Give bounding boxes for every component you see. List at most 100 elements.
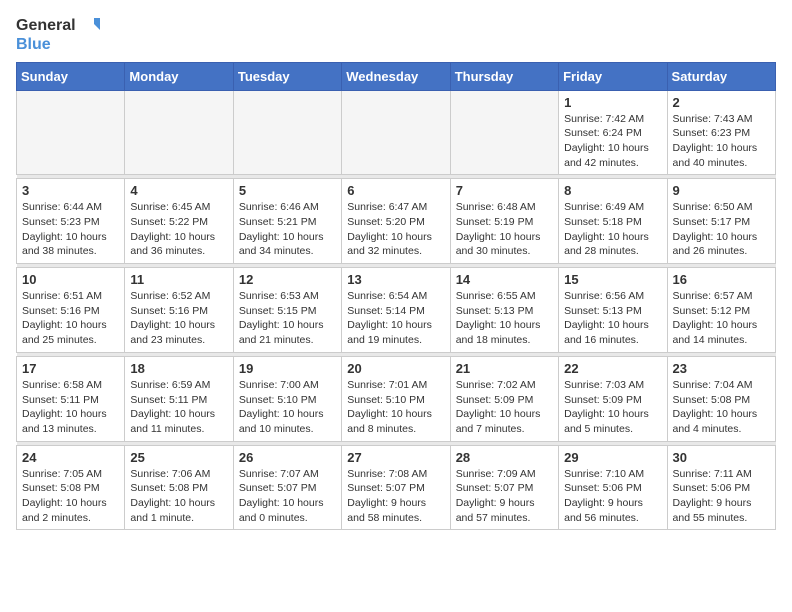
calendar-cell <box>450 90 558 175</box>
weekday-header: Tuesday <box>233 62 341 90</box>
day-info: Sunrise: 7:01 AM Sunset: 5:10 PM Dayligh… <box>347 378 444 437</box>
day-number: 17 <box>22 361 119 376</box>
logo-container: General Blue <box>16 16 102 54</box>
day-number: 21 <box>456 361 553 376</box>
day-info: Sunrise: 7:42 AM Sunset: 6:24 PM Dayligh… <box>564 112 661 171</box>
logo: General Blue <box>16 16 102 54</box>
day-info: Sunrise: 6:47 AM Sunset: 5:20 PM Dayligh… <box>347 200 444 259</box>
calendar-cell: 7 Sunrise: 6:48 AM Sunset: 5:19 PM Daylig… <box>450 179 558 264</box>
day-info: Sunrise: 7:11 AM Sunset: 5:06 PM Dayligh… <box>673 467 770 526</box>
day-info: Sunrise: 6:46 AM Sunset: 5:21 PM Dayligh… <box>239 200 336 259</box>
day-info: Sunrise: 7:08 AM Sunset: 5:07 PM Dayligh… <box>347 467 444 526</box>
weekday-header: Sunday <box>17 62 125 90</box>
day-info: Sunrise: 6:48 AM Sunset: 5:19 PM Dayligh… <box>456 200 553 259</box>
weekday-header: Wednesday <box>342 62 450 90</box>
calendar-cell: 13 Sunrise: 6:54 AM Sunset: 5:14 PM Dayli… <box>342 268 450 353</box>
calendar-cell: 20 Sunrise: 7:01 AM Sunset: 5:10 PM Dayli… <box>342 356 450 441</box>
day-info: Sunrise: 6:56 AM Sunset: 5:13 PM Dayligh… <box>564 289 661 348</box>
calendar-cell: 8Sunrise: 6:49 AM Sunset: 5:18 PM Daylig… <box>559 179 667 264</box>
calendar-week-row: 3Sunrise: 6:44 AM Sunset: 5:23 PM Daylig… <box>17 179 776 264</box>
day-number: 22 <box>564 361 661 376</box>
calendar-cell: 2 Sunrise: 7:43 AM Sunset: 6:23 PM Daylig… <box>667 90 775 175</box>
day-info: Sunrise: 6:55 AM Sunset: 5:13 PM Dayligh… <box>456 289 553 348</box>
day-info: Sunrise: 6:54 AM Sunset: 5:14 PM Dayligh… <box>347 289 444 348</box>
calendar-cell: 9Sunrise: 6:50 AM Sunset: 5:17 PM Daylig… <box>667 179 775 264</box>
calendar-header-row: SundayMondayTuesdayWednesdayThursdayFrid… <box>17 62 776 90</box>
calendar-cell: 17 Sunrise: 6:58 AM Sunset: 5:11 PM Dayli… <box>17 356 125 441</box>
day-number: 14 <box>456 272 553 287</box>
calendar-cell: 19Sunrise: 7:00 AM Sunset: 5:10 PM Dayli… <box>233 356 341 441</box>
calendar-week-row: 17 Sunrise: 6:58 AM Sunset: 5:11 PM Dayli… <box>17 356 776 441</box>
calendar-table: SundayMondayTuesdayWednesdayThursdayFrid… <box>16 62 776 531</box>
day-number: 12 <box>239 272 336 287</box>
calendar-cell: 6 Sunrise: 6:47 AM Sunset: 5:20 PM Daylig… <box>342 179 450 264</box>
day-number: 2 <box>673 95 770 110</box>
day-info: Sunrise: 6:50 AM Sunset: 5:17 PM Dayligh… <box>673 200 770 259</box>
day-info: Sunrise: 7:00 AM Sunset: 5:10 PM Dayligh… <box>239 378 336 437</box>
day-info: Sunrise: 7:07 AM Sunset: 5:07 PM Dayligh… <box>239 467 336 526</box>
calendar-cell: 26 Sunrise: 7:07 AM Sunset: 5:07 PM Dayli… <box>233 445 341 530</box>
day-number: 15 <box>564 272 661 287</box>
day-number: 6 <box>347 183 444 198</box>
weekday-header: Friday <box>559 62 667 90</box>
page-header: General Blue <box>16 16 776 54</box>
calendar-cell: 24Sunrise: 7:05 AM Sunset: 5:08 PM Dayli… <box>17 445 125 530</box>
day-info: Sunrise: 6:57 AM Sunset: 5:12 PM Dayligh… <box>673 289 770 348</box>
calendar-cell: 25 Sunrise: 7:06 AM Sunset: 5:08 PM Dayli… <box>125 445 233 530</box>
day-number: 27 <box>347 450 444 465</box>
calendar-cell <box>17 90 125 175</box>
calendar-cell: 27 Sunrise: 7:08 AM Sunset: 5:07 PM Dayli… <box>342 445 450 530</box>
day-number: 8 <box>564 183 661 198</box>
day-info: Sunrise: 6:51 AM Sunset: 5:16 PM Dayligh… <box>22 289 119 348</box>
day-info: Sunrise: 6:59 AM Sunset: 5:11 PM Dayligh… <box>130 378 227 437</box>
weekday-header: Monday <box>125 62 233 90</box>
calendar-cell: 29Sunrise: 7:10 AM Sunset: 5:06 PM Dayli… <box>559 445 667 530</box>
calendar-cell: 15 Sunrise: 6:56 AM Sunset: 5:13 PM Dayli… <box>559 268 667 353</box>
day-number: 5 <box>239 183 336 198</box>
calendar-cell: 18 Sunrise: 6:59 AM Sunset: 5:11 PM Dayli… <box>125 356 233 441</box>
day-info: Sunrise: 6:58 AM Sunset: 5:11 PM Dayligh… <box>22 378 119 437</box>
weekday-header: Saturday <box>667 62 775 90</box>
day-number: 24 <box>22 450 119 465</box>
calendar-week-row: 24Sunrise: 7:05 AM Sunset: 5:08 PM Dayli… <box>17 445 776 530</box>
day-number: 7 <box>456 183 553 198</box>
day-info: Sunrise: 7:04 AM Sunset: 5:08 PM Dayligh… <box>673 378 770 437</box>
calendar-cell: 21Sunrise: 7:02 AM Sunset: 5:09 PM Dayli… <box>450 356 558 441</box>
calendar-cell: 10 Sunrise: 6:51 AM Sunset: 5:16 PM Dayli… <box>17 268 125 353</box>
calendar-cell <box>125 90 233 175</box>
calendar-cell: 4Sunrise: 6:45 AM Sunset: 5:22 PM Daylig… <box>125 179 233 264</box>
day-info: Sunrise: 7:06 AM Sunset: 5:08 PM Dayligh… <box>130 467 227 526</box>
day-info: Sunrise: 6:52 AM Sunset: 5:16 PM Dayligh… <box>130 289 227 348</box>
day-info: Sunrise: 6:44 AM Sunset: 5:23 PM Dayligh… <box>22 200 119 259</box>
calendar-cell: 22 Sunrise: 7:03 AM Sunset: 5:09 PM Dayli… <box>559 356 667 441</box>
weekday-header: Thursday <box>450 62 558 90</box>
day-number: 1 <box>564 95 661 110</box>
day-number: 23 <box>673 361 770 376</box>
calendar-cell: 16Sunrise: 6:57 AM Sunset: 5:12 PM Dayli… <box>667 268 775 353</box>
logo-text-blue: Blue <box>16 36 102 54</box>
calendar-cell: 14 Sunrise: 6:55 AM Sunset: 5:13 PM Dayli… <box>450 268 558 353</box>
day-info: Sunrise: 7:03 AM Sunset: 5:09 PM Dayligh… <box>564 378 661 437</box>
day-number: 13 <box>347 272 444 287</box>
day-info: Sunrise: 6:45 AM Sunset: 5:22 PM Dayligh… <box>130 200 227 259</box>
day-info: Sunrise: 6:53 AM Sunset: 5:15 PM Dayligh… <box>239 289 336 348</box>
calendar-cell <box>233 90 341 175</box>
calendar-cell: 28Sunrise: 7:09 AM Sunset: 5:07 PM Dayli… <box>450 445 558 530</box>
day-info: Sunrise: 7:10 AM Sunset: 5:06 PM Dayligh… <box>564 467 661 526</box>
logo-text-general: General <box>16 16 102 36</box>
calendar-cell: 11Sunrise: 6:52 AM Sunset: 5:16 PM Dayli… <box>125 268 233 353</box>
day-number: 30 <box>673 450 770 465</box>
calendar-cell: 3Sunrise: 6:44 AM Sunset: 5:23 PM Daylig… <box>17 179 125 264</box>
day-number: 26 <box>239 450 336 465</box>
day-number: 18 <box>130 361 227 376</box>
calendar-week-row: 10 Sunrise: 6:51 AM Sunset: 5:16 PM Dayli… <box>17 268 776 353</box>
day-info: Sunrise: 7:43 AM Sunset: 6:23 PM Dayligh… <box>673 112 770 171</box>
day-number: 20 <box>347 361 444 376</box>
calendar-cell <box>342 90 450 175</box>
day-number: 25 <box>130 450 227 465</box>
calendar-week-row: 1 Sunrise: 7:42 AM Sunset: 6:24 PM Daylig… <box>17 90 776 175</box>
calendar-cell: 1 Sunrise: 7:42 AM Sunset: 6:24 PM Daylig… <box>559 90 667 175</box>
calendar-cell: 5 Sunrise: 6:46 AM Sunset: 5:21 PM Daylig… <box>233 179 341 264</box>
calendar-cell: 12 Sunrise: 6:53 AM Sunset: 5:15 PM Dayli… <box>233 268 341 353</box>
day-number: 10 <box>22 272 119 287</box>
